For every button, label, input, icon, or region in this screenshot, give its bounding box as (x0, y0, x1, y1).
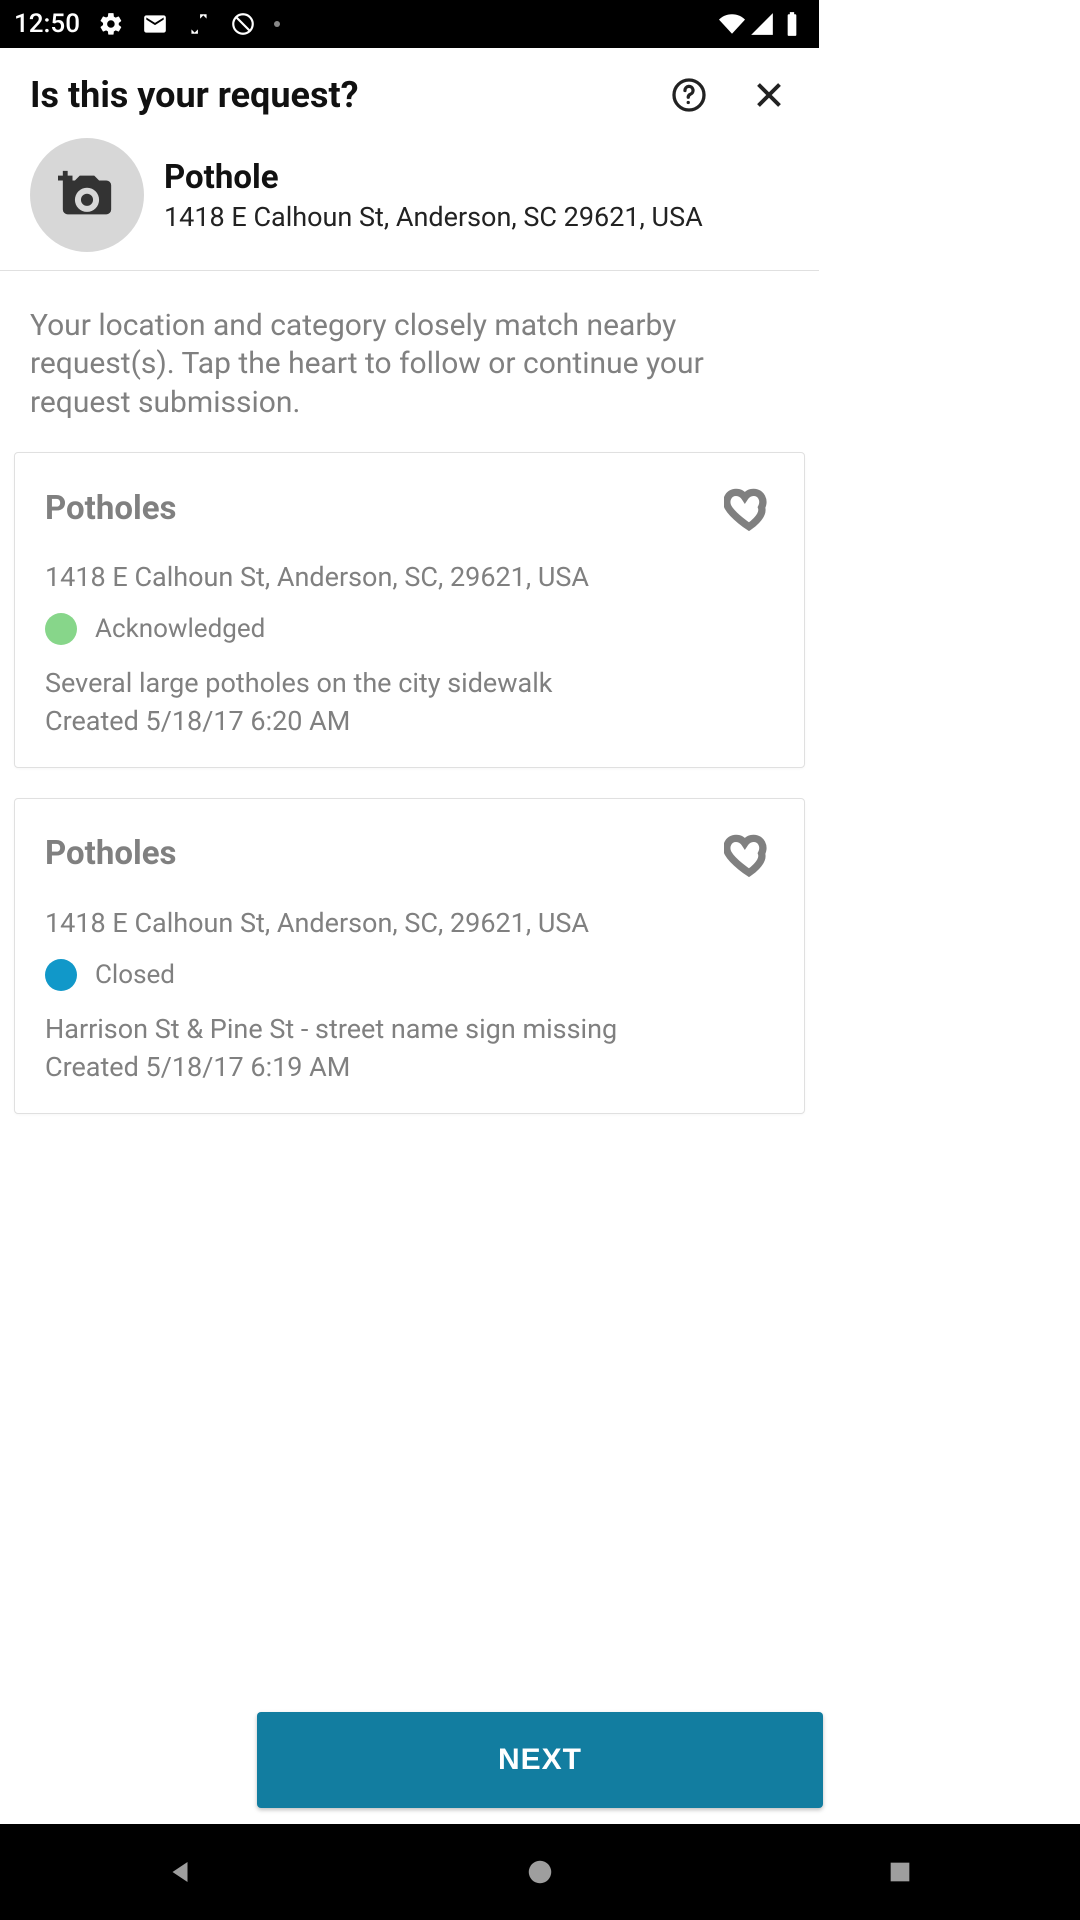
card-status-row: Closed (45, 959, 774, 991)
card-created: Created 5/18/17 6:20 AM (45, 705, 774, 737)
help-icon (671, 77, 707, 113)
help-button[interactable] (669, 75, 709, 115)
android-nav-bar (0, 1824, 1080, 1920)
card-address: 1418 E Calhoun St, Anderson, SC, 29621, … (45, 907, 774, 939)
card-address: 1418 E Calhoun St, Anderson, SC, 29621, … (45, 561, 774, 593)
close-button[interactable] (749, 75, 789, 115)
status-overflow-dot (274, 21, 280, 27)
no-location-icon (230, 11, 256, 37)
sync-icon (186, 11, 212, 37)
status-dot-acknowledged (45, 613, 77, 645)
add-photo-button[interactable] (30, 138, 144, 252)
nav-back[interactable] (153, 1845, 207, 1899)
status-right-group (719, 11, 805, 37)
card-status-row: Acknowledged (45, 613, 774, 645)
home-circle-icon (525, 1857, 555, 1887)
page-header: Is this your request? (0, 48, 819, 130)
status-time: 12:50 (14, 9, 80, 39)
card-title: Potholes (45, 489, 176, 528)
request-card[interactable]: Potholes 1418 E Calhoun St, Anderson, SC… (14, 452, 805, 768)
similar-requests-list: Potholes 1418 E Calhoun St, Anderson, SC… (0, 452, 819, 1114)
next-button[interactable]: NEXT (257, 1712, 823, 1808)
back-triangle-icon (165, 1857, 195, 1887)
card-description: Several large potholes on the city sidew… (45, 665, 774, 703)
card-created: Created 5/18/17 6:19 AM (45, 1051, 774, 1083)
card-title: Potholes (45, 834, 176, 873)
card-status-label: Closed (95, 960, 175, 990)
status-left-group: 12:50 (14, 9, 280, 39)
android-status-bar: 12:50 (0, 0, 819, 48)
page-title: Is this your request? (30, 74, 629, 116)
close-icon (751, 77, 787, 113)
nav-recent[interactable] (873, 1845, 927, 1899)
recent-square-icon (886, 1858, 914, 1886)
request-category: Pothole (164, 158, 703, 197)
wifi-icon (719, 11, 745, 37)
nav-home[interactable] (513, 1845, 567, 1899)
battery-icon (779, 11, 805, 37)
request-text-block: Pothole 1418 E Calhoun St, Anderson, SC … (164, 158, 703, 233)
card-status-label: Acknowledged (95, 614, 265, 644)
mail-icon (142, 11, 168, 37)
camera-plus-icon (58, 166, 116, 224)
card-description: Harrison St & Pine St - street name sign… (45, 1011, 774, 1049)
instruction-text: Your location and category closely match… (0, 271, 819, 452)
gear-icon (98, 11, 124, 37)
heart-icon[interactable] (724, 829, 774, 879)
cell-signal-icon (749, 11, 775, 37)
status-dot-closed (45, 959, 77, 991)
request-address: 1418 E Calhoun St, Anderson, SC 29621, U… (164, 201, 703, 233)
footer-bar: NEXT (0, 1696, 1080, 1824)
request-summary: Pothole 1418 E Calhoun St, Anderson, SC … (0, 130, 819, 271)
request-card[interactable]: Potholes 1418 E Calhoun St, Anderson, SC… (14, 798, 805, 1114)
heart-icon[interactable] (724, 483, 774, 533)
